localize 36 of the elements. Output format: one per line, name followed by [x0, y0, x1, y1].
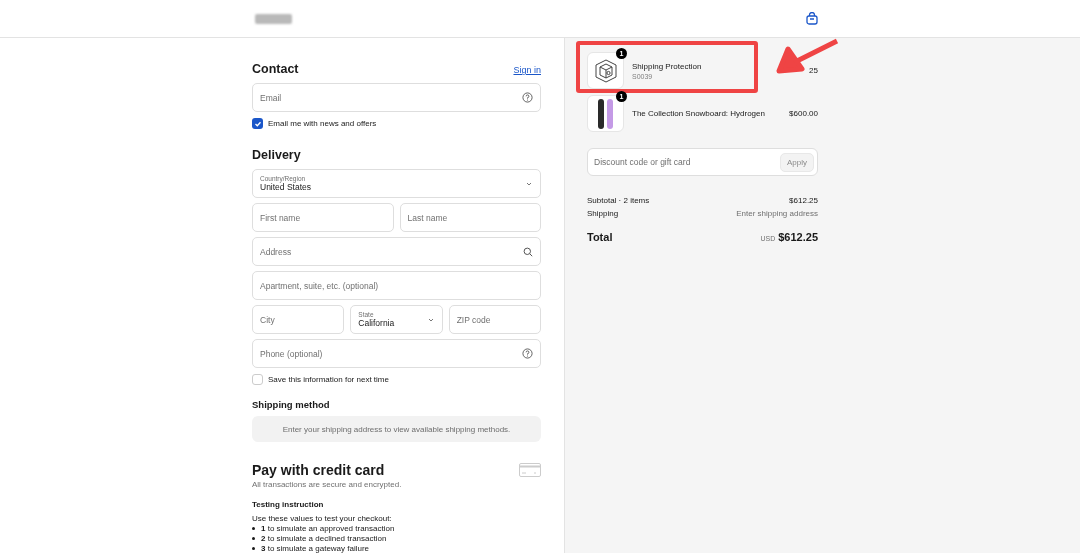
summary-value: Enter shipping address [736, 209, 818, 218]
summary-label: Shipping [587, 209, 619, 218]
input-field[interactable]: Email [252, 83, 541, 112]
instruction-text: 1 to simulate an approved transaction [261, 524, 395, 533]
testing-title: Testing instruction [252, 500, 325, 509]
summary-value: $612.25 [789, 196, 818, 205]
input-field[interactable]: First name [252, 203, 394, 232]
input-field[interactable]: Phone (optional) [252, 339, 541, 368]
field-value: California [358, 318, 396, 328]
shipping-notice: Enter your shipping address to view available shipping methods. [252, 416, 541, 442]
summary-label: Subtotal · 2 items [587, 196, 650, 205]
section-title: Pay with credit card [252, 462, 385, 478]
total-label: Total [587, 231, 613, 243]
product-price: $600.00 [789, 109, 818, 118]
sign-in-link[interactable]: Sign in [513, 65, 541, 75]
apply-button[interactable]: Apply [780, 152, 814, 172]
product-price: 25 [809, 66, 818, 75]
input-field[interactable]: Last name [399, 203, 541, 232]
product-name: The Collection Snowboard: Hydrogen [632, 109, 766, 118]
checkbox-label: Email me with news and offers [268, 119, 377, 128]
input-field[interactable]: Apartment, suite, etc. (optional) [252, 271, 541, 300]
input-field[interactable]: ZIP code [448, 305, 541, 334]
field-value: United States [260, 182, 313, 192]
checkbox-label: Save this information for next time [268, 375, 389, 384]
instruction-text: 2 to simulate a declined transaction [261, 534, 387, 543]
discount-field[interactable]: Discount code or gift card Apply [587, 148, 818, 176]
subtitle: All transactions are secure and encrypted. [252, 480, 403, 489]
product-name: Shipping Protection [632, 61, 703, 71]
section-title: Contact [252, 62, 299, 76]
section-title: Shipping method [252, 399, 330, 410]
input-field[interactable]: Address [252, 237, 541, 266]
section-title: Delivery [252, 148, 301, 162]
instruction-text: 3 to simulate a gateway failure [261, 544, 370, 553]
total-value: $612.25 [778, 231, 818, 243]
testing-intro: Use these values to test your checkout: [252, 514, 393, 523]
input-field[interactable]: City [252, 305, 345, 334]
